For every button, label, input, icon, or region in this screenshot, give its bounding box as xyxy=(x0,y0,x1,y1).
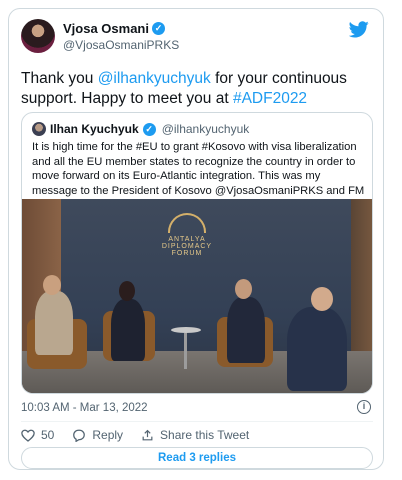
tweet-text: Thank you @ilhankyuchyuk for your contin… xyxy=(21,69,375,109)
event-logo-line3: FORUM xyxy=(171,250,203,257)
photo-person xyxy=(227,297,265,363)
photo-table-leg xyxy=(184,333,187,369)
share-icon xyxy=(142,429,153,440)
action-bar: 50 Reply Share this Tweet xyxy=(21,428,267,442)
author-handle[interactable]: @VjosaOsmaniPRKS xyxy=(63,38,179,52)
hashtag-link[interactable]: #ADF2022 xyxy=(233,90,307,107)
author-name[interactable]: Vjosa Osmani xyxy=(63,21,149,36)
tweet-text-part: Thank you xyxy=(21,70,98,87)
photo-person xyxy=(111,299,145,361)
event-logo-line1: ANTALYA xyxy=(168,236,206,243)
quoted-name[interactable]: Ilhan Kyuchyuk xyxy=(50,122,139,136)
quoted-avatar[interactable] xyxy=(32,122,46,136)
mention-link[interactable]: @ilhankyuchyuk xyxy=(98,70,211,87)
photo-person-head xyxy=(43,275,61,295)
quoted-tweet[interactable]: Ilhan Kyuchyuk ✓ @ilhankyuchyuk It is hi… xyxy=(21,112,373,394)
tweet-timestamp[interactable]: 10:03 AM - Mar 13, 2022 xyxy=(21,402,148,414)
author-block[interactable]: Vjosa Osmani ✓ @VjosaOsmaniPRKS xyxy=(63,21,179,52)
verified-icon: ✓ xyxy=(151,22,165,35)
read-replies-button[interactable]: Read 3 replies xyxy=(21,447,373,469)
heart-icon xyxy=(21,429,35,442)
photo-person-head xyxy=(311,287,333,311)
share-label: Share this Tweet xyxy=(160,428,250,442)
info-icon[interactable]: i xyxy=(357,400,371,414)
quoted-photo[interactable]: ANTALYA DIPLOMACY FORUM xyxy=(22,199,372,393)
tweet-card: Vjosa Osmani ✓ @VjosaOsmaniPRKS Thank yo… xyxy=(8,8,384,470)
author-name-row[interactable]: Vjosa Osmani ✓ xyxy=(63,21,179,36)
photo-person-head xyxy=(235,279,252,299)
reply-button[interactable]: Reply xyxy=(72,428,123,442)
share-button[interactable]: Share this Tweet xyxy=(141,428,249,442)
twitter-logo-icon[interactable] xyxy=(349,21,369,38)
verified-icon: ✓ xyxy=(142,122,156,136)
event-logo: ANTALYA DIPLOMACY FORUM xyxy=(157,213,217,257)
author-avatar[interactable] xyxy=(21,19,55,53)
photo-person-head xyxy=(119,281,135,301)
quoted-handle[interactable]: @ilhankyuchyuk xyxy=(162,122,250,136)
reply-label: Reply xyxy=(92,428,124,442)
photo-person xyxy=(287,307,347,391)
divider xyxy=(21,421,373,422)
like-count: 50 xyxy=(41,428,55,442)
quoted-header: Ilhan Kyuchyuk ✓ @ilhankyuchyuk xyxy=(32,122,249,136)
event-logo-arc xyxy=(168,213,206,233)
like-button[interactable]: 50 xyxy=(21,428,54,442)
event-logo-line2: DIPLOMACY xyxy=(161,243,213,250)
photo-person xyxy=(35,291,73,355)
reply-icon xyxy=(73,429,86,442)
